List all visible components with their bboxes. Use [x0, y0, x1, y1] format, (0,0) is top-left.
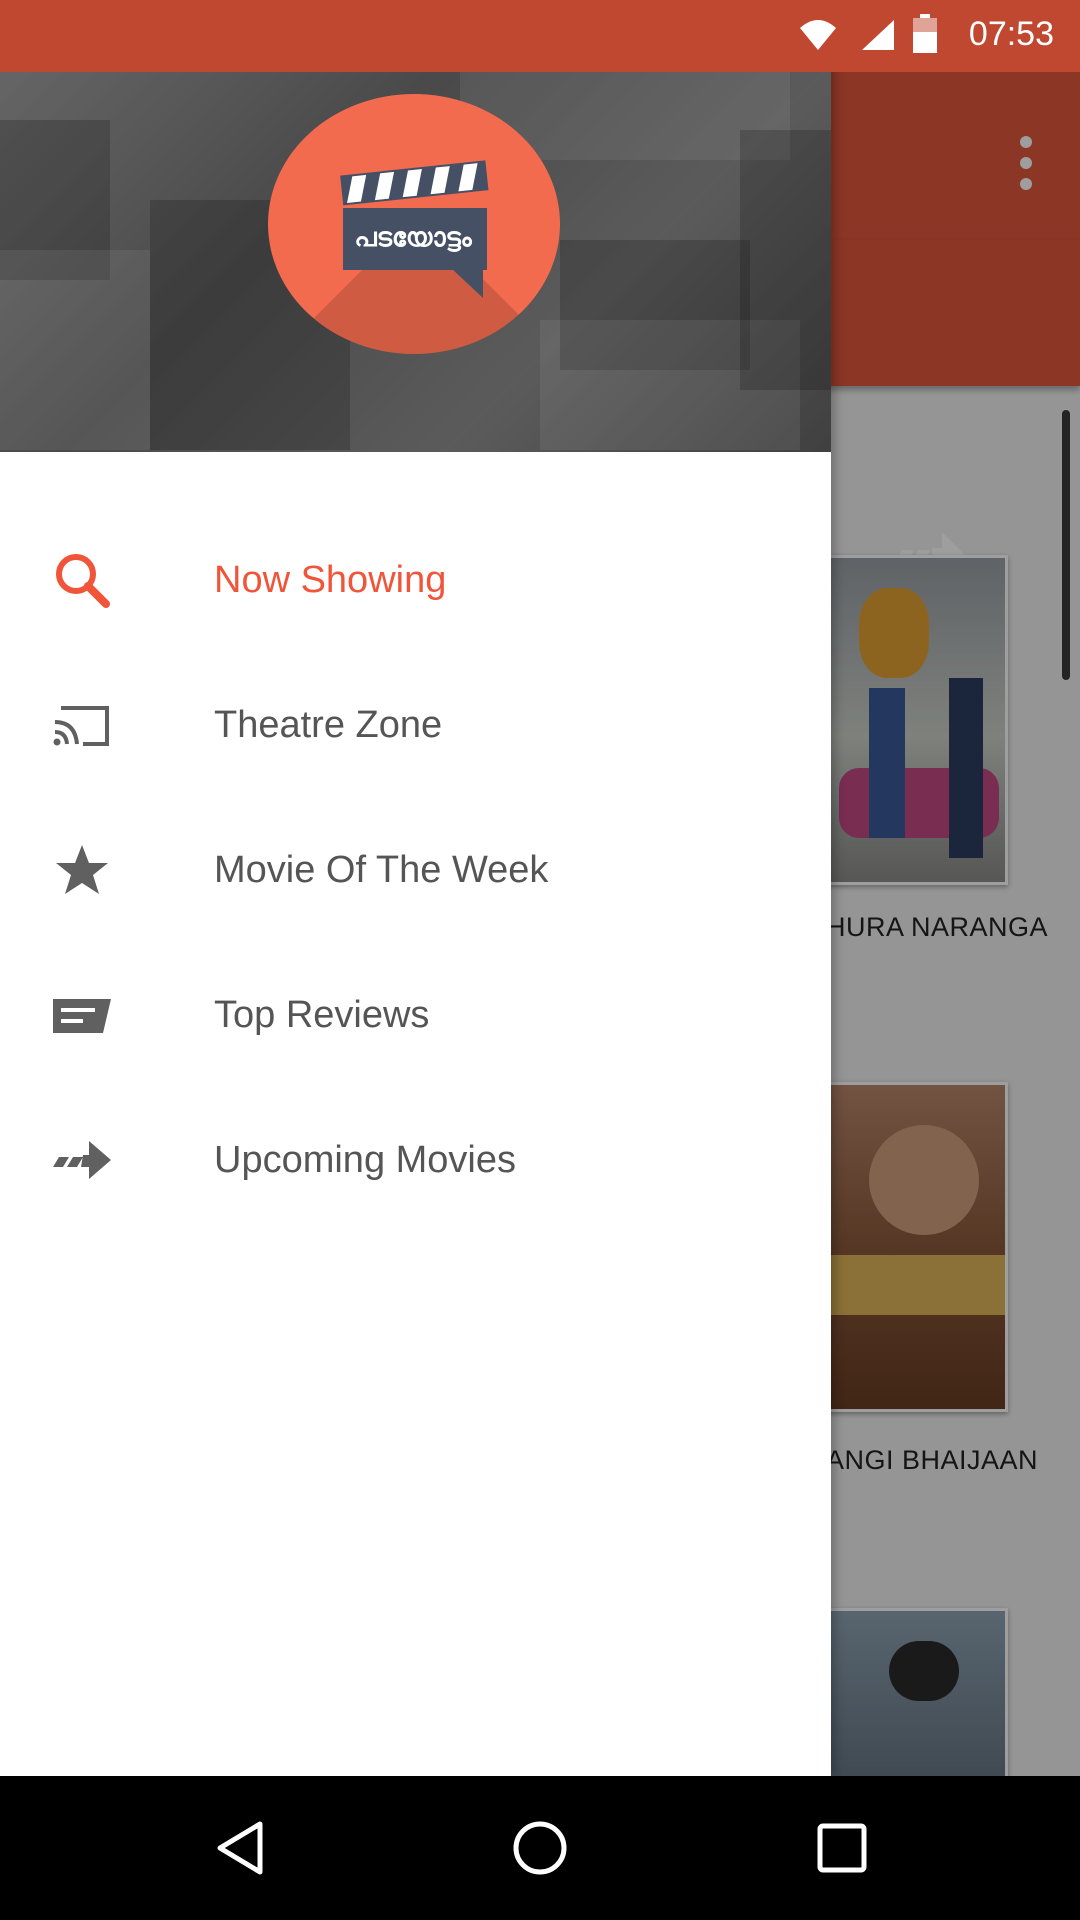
- nav-item-now-showing[interactable]: Now Showing: [0, 520, 831, 640]
- recents-icon: [817, 1823, 867, 1873]
- home-button[interactable]: [500, 1808, 580, 1888]
- nav-item-top-reviews[interactable]: Top Reviews: [0, 955, 831, 1075]
- recents-button[interactable]: [802, 1808, 882, 1888]
- nav-item-label: Top Reviews: [214, 993, 430, 1036]
- star-icon: [52, 840, 112, 900]
- navigation-drawer: പടയോട്ടം Now Showing Theatre Zone Movie …: [0, 0, 831, 1776]
- app-logo: പടയോട്ടം: [268, 94, 560, 354]
- nav-item-label: Theatre Zone: [214, 703, 443, 746]
- cast-icon: [52, 695, 112, 755]
- system-nav-bar: [0, 1776, 1080, 1920]
- reviews-icon: [52, 985, 112, 1045]
- back-icon: [217, 1821, 263, 1875]
- nav-item-upcoming-movies[interactable]: Upcoming Movies: [0, 1100, 831, 1220]
- nav-item-movie-of-the-week[interactable]: Movie Of The Week: [0, 810, 831, 930]
- battery-icon: [913, 14, 937, 53]
- home-icon: [513, 1821, 567, 1875]
- forward-arrow-icon: [52, 1130, 112, 1190]
- nav-item-label: Upcoming Movies: [214, 1138, 516, 1181]
- nav-item-label: Now Showing: [214, 558, 447, 601]
- clock: 07:53: [968, 15, 1054, 53]
- back-button[interactable]: [200, 1808, 280, 1888]
- logo-text: പടയോട്ടം: [354, 222, 472, 252]
- status-bar: 07:53: [0, 0, 1080, 72]
- nav-item-label: Movie Of The Week: [214, 848, 549, 891]
- nav-item-theatre-zone[interactable]: Theatre Zone: [0, 665, 831, 785]
- search-icon: [52, 550, 112, 610]
- signal-icon: [862, 20, 894, 50]
- wifi-icon: [800, 20, 836, 50]
